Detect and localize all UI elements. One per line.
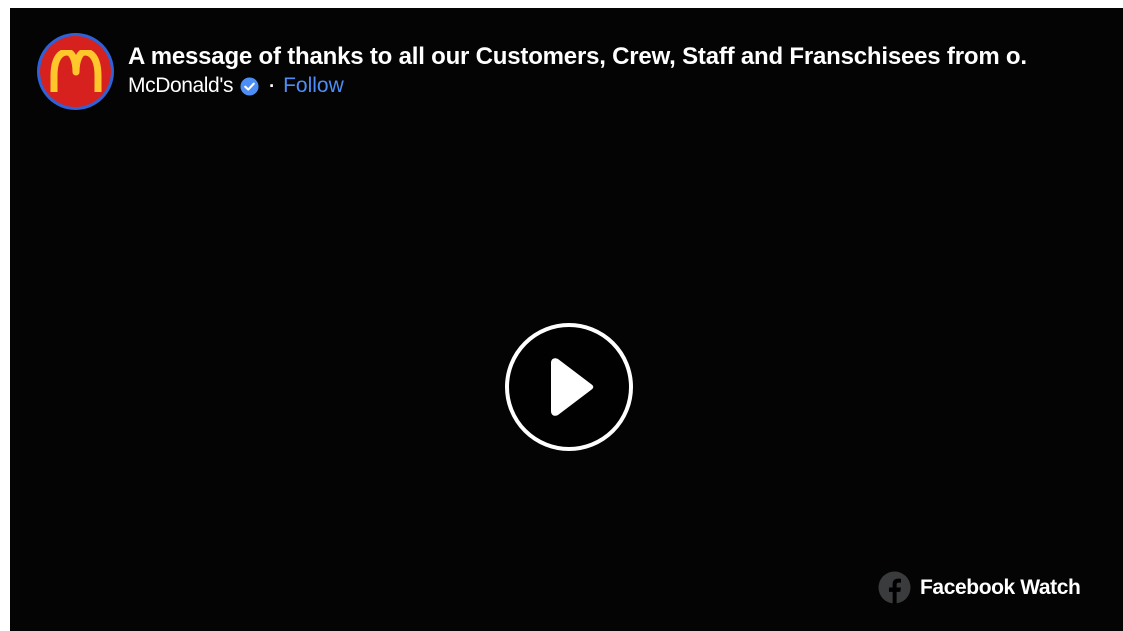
play-button[interactable]: [505, 323, 633, 451]
facebook-icon: [878, 571, 911, 604]
video-header: A message of thanks to all our Customers…: [128, 42, 1109, 100]
video-title[interactable]: A message of thanks to all our Customers…: [128, 42, 1109, 72]
facebook-watch-link[interactable]: Facebook Watch: [878, 571, 1081, 604]
verified-badge-icon: [240, 76, 259, 96]
page-avatar[interactable]: [37, 33, 114, 110]
video-meta: McDonald's · Follow: [128, 72, 1109, 100]
video-player[interactable]: A message of thanks to all our Customers…: [10, 8, 1123, 631]
facebook-watch-label: Facebook Watch: [920, 575, 1081, 599]
page-name-link[interactable]: McDonald's: [128, 74, 233, 98]
mcdonalds-logo-icon: [40, 36, 111, 107]
meta-separator: ·: [269, 75, 276, 96]
play-icon: [551, 358, 594, 416]
follow-button[interactable]: Follow: [283, 74, 344, 98]
